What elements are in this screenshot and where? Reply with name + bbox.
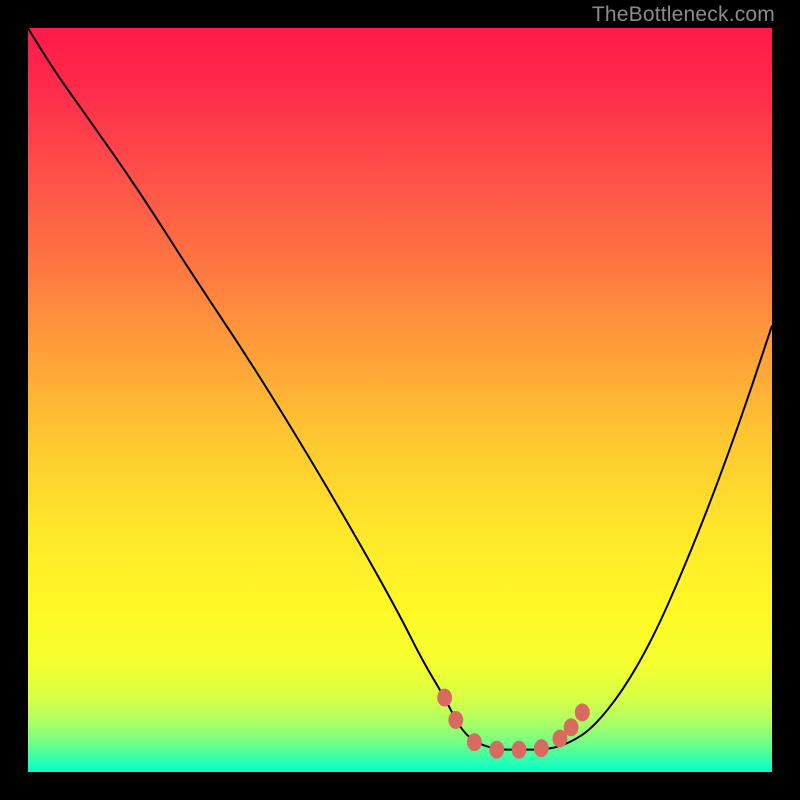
curve-layer xyxy=(28,28,772,772)
optimal-range-dots xyxy=(437,689,590,759)
marker-dot xyxy=(512,741,527,759)
bottleneck-curve xyxy=(28,28,772,750)
marker-dot xyxy=(564,718,579,736)
chart-frame: TheBottleneck.com xyxy=(0,0,800,800)
marker-dot xyxy=(448,711,463,729)
watermark-text: TheBottleneck.com xyxy=(592,3,775,27)
marker-dot xyxy=(534,739,549,757)
marker-dot xyxy=(489,741,504,759)
marker-dot xyxy=(467,733,482,751)
marker-dot xyxy=(437,689,452,707)
marker-dot xyxy=(575,704,590,722)
plot-area xyxy=(28,28,772,772)
